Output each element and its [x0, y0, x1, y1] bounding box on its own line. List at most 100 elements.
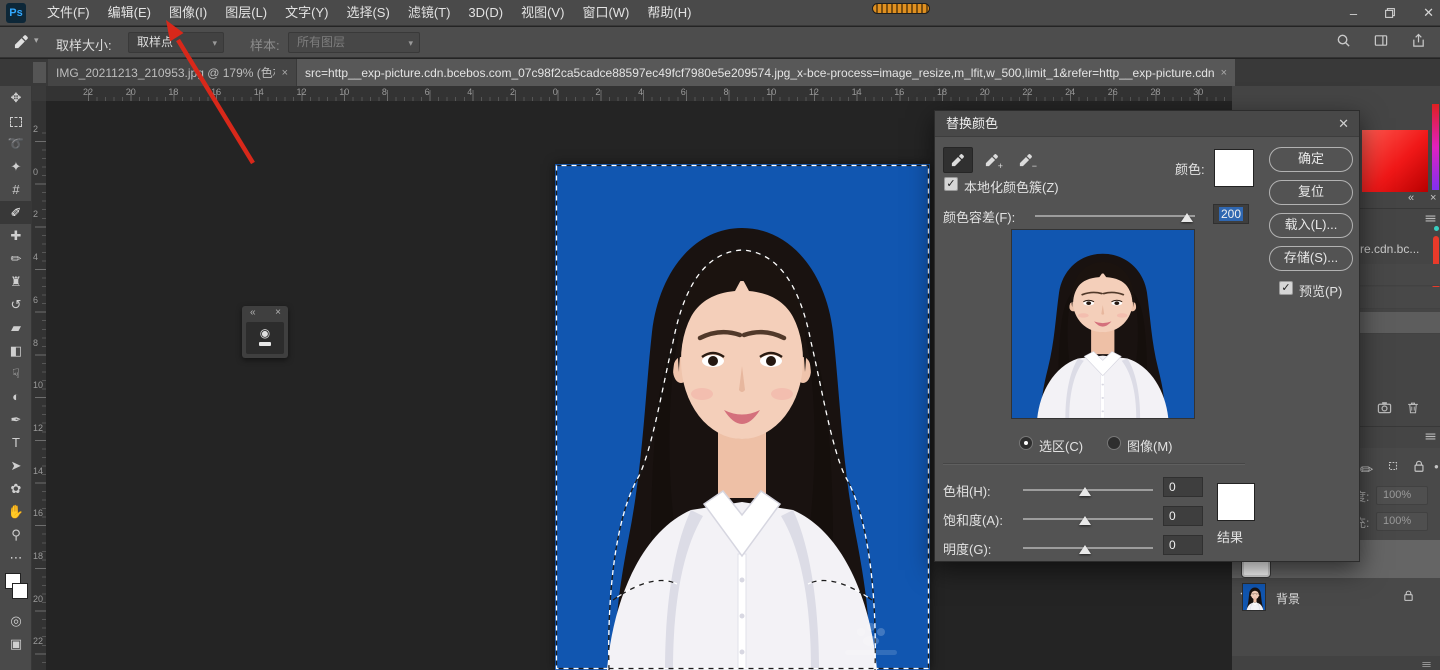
dialog-close-icon[interactable]: ✕ — [1338, 116, 1349, 132]
selection-radio[interactable] — [1019, 436, 1033, 450]
saturation-input[interactable]: 0 — [1163, 506, 1203, 526]
pen-tool[interactable]: ✒ — [0, 408, 32, 431]
dodge-tool[interactable]: ◐ — [0, 385, 32, 408]
image-radio[interactable] — [1107, 436, 1121, 450]
move-tool[interactable]: ✥ — [0, 86, 32, 109]
menu-item-image[interactable]: 图像(I) — [160, 0, 216, 26]
layers-panel-menu-icon[interactable] — [1424, 430, 1437, 448]
type-tool[interactable]: T — [0, 431, 32, 454]
tool-preset-caret-icon[interactable]: ▾ — [34, 35, 39, 46]
edit-toolbar-tool[interactable]: ⋯ — [0, 546, 32, 569]
search-icon[interactable] — [1336, 33, 1351, 53]
history-row[interactable] — [1356, 287, 1440, 309]
lock-artboard-icon[interactable] — [1386, 459, 1400, 478]
custom-shape-tool[interactable]: ✿ — [0, 477, 32, 500]
add-to-sample-eyedropper-button[interactable]: + — [977, 147, 1007, 173]
saturation-slider-thumb[interactable] — [1079, 516, 1091, 525]
saturation-slider[interactable] — [1023, 513, 1153, 525]
menu-item-window[interactable]: 窗口(W) — [573, 0, 638, 26]
path-selection-tool[interactable]: ➤ — [0, 454, 32, 477]
zoom-tool[interactable]: ⚲ — [0, 523, 32, 546]
lock-all-icon[interactable] — [1412, 459, 1426, 478]
rectangular-marquee-tool[interactable] — [0, 109, 32, 132]
color-picker-field[interactable] — [1362, 130, 1428, 192]
collapse-dock-icon[interactable]: « — [1408, 192, 1414, 204]
sample-select[interactable]: 所有图层▾ — [288, 32, 420, 53]
save-button[interactable]: 存储(S)... — [1269, 246, 1353, 271]
lightness-slider[interactable] — [1023, 542, 1153, 554]
fuzziness-slider[interactable] — [1035, 210, 1195, 222]
hue-slider-strip[interactable] — [1432, 104, 1439, 190]
spot-healing-brush-tool[interactable]: ✚ — [0, 224, 32, 247]
eyedropper-tool[interactable]: ✐ — [0, 201, 32, 224]
menu-item-filter[interactable]: 滤镜(T) — [399, 0, 460, 26]
dialog-preview-image[interactable] — [1011, 229, 1195, 419]
restore-button[interactable] — [1383, 6, 1397, 20]
trash-icon[interactable] — [1406, 400, 1420, 420]
smudge-tool[interactable]: ☟ — [0, 362, 32, 385]
close-dock-icon[interactable]: × — [1430, 192, 1436, 204]
lock-brush-icon[interactable]: ✏ — [1360, 460, 1373, 480]
minimize-button[interactable]: – — [1350, 6, 1357, 21]
ok-button[interactable]: 确定 — [1269, 147, 1353, 172]
crop-tool[interactable]: # — [0, 178, 32, 201]
share-icon[interactable] — [1411, 33, 1426, 53]
hand-tool[interactable]: ✋ — [0, 500, 32, 523]
color-swatches-tool[interactable] — [0, 569, 32, 609]
preview-checkbox-label[interactable]: 预览(P) — [1299, 281, 1342, 300]
eyedropper-tool-icon[interactable] — [14, 34, 29, 54]
collapse-panel-icon[interactable]: « — [250, 307, 256, 318]
reset-button[interactable]: 复位 — [1269, 180, 1353, 205]
sample-color-eyedropper-button[interactable] — [943, 147, 973, 173]
close-panel-icon[interactable]: × — [275, 307, 281, 318]
dialog-title[interactable]: 替换颜色 — [935, 111, 1359, 137]
workspace-switcher-icon[interactable] — [1373, 33, 1389, 53]
lightness-input[interactable]: 0 — [1163, 535, 1203, 555]
clone-stamp-tool[interactable]: ♜ — [0, 270, 32, 293]
hue-input[interactable]: 0 — [1163, 477, 1203, 497]
tab-close-icon[interactable]: × — [282, 67, 288, 79]
footer-menu-icon[interactable] — [1421, 657, 1432, 670]
document-tab-2[interactable]: src=http__exp-picture.cdn.bcebos.com_07c… — [297, 59, 1235, 86]
menu-item-view[interactable]: 视图(V) — [512, 0, 573, 26]
collapsed-panel-tile[interactable]: ◉ — [246, 322, 284, 354]
lightness-slider-thumb[interactable] — [1079, 545, 1091, 554]
localized-clusters-checkbox[interactable]: ✓ — [944, 177, 958, 191]
quick-selection-tool[interactable]: ✦ — [0, 155, 32, 178]
menu-item-select[interactable]: 选择(S) — [337, 0, 398, 26]
close-button[interactable]: ✕ — [1423, 5, 1434, 21]
document-tab-1[interactable]: IMG_20211213_210953.jpg @ 179% (色相/... × — [48, 59, 296, 86]
hue-slider[interactable] — [1023, 484, 1153, 496]
image-radio-label[interactable]: 图像(M) — [1127, 436, 1173, 455]
load-button[interactable]: 载入(L)... — [1269, 213, 1353, 238]
background-lock-icon[interactable] — [1402, 589, 1415, 607]
document-canvas[interactable] — [555, 164, 930, 670]
history-row-selected[interactable] — [1356, 312, 1440, 334]
fuzziness-slider-thumb[interactable] — [1181, 213, 1193, 222]
preview-checkbox[interactable]: ✓ — [1279, 281, 1293, 295]
result-color-swatch[interactable] — [1217, 483, 1255, 521]
history-brush-tool[interactable]: ↺ — [0, 293, 32, 316]
tab-close-icon[interactable]: × — [1221, 67, 1227, 79]
menu-item-3d[interactable]: 3D(D) — [459, 0, 512, 26]
selected-color-swatch[interactable] — [1214, 149, 1254, 187]
sample-size-select[interactable]: 取样点▾ — [128, 32, 224, 53]
fill-value[interactable]: 100% — [1376, 512, 1428, 531]
brush-tool[interactable]: ✏ — [0, 247, 32, 270]
eraser-tool[interactable]: ▰ — [0, 316, 32, 339]
screen-mode-tool[interactable]: ▣ — [0, 632, 32, 655]
fuzziness-input[interactable]: 200 — [1213, 204, 1249, 224]
opacity-value[interactable]: 100% — [1376, 486, 1428, 505]
menu-item-layer[interactable]: 图层(L) — [216, 0, 276, 26]
selection-radio-label[interactable]: 选区(C) — [1039, 436, 1083, 455]
gradient-tool[interactable]: ◧ — [0, 339, 32, 362]
menu-item-help[interactable]: 帮助(H) — [638, 0, 700, 26]
hue-slider-thumb[interactable] — [1079, 487, 1091, 496]
menu-item-file[interactable]: 文件(F) — [38, 0, 99, 26]
camera-snapshot-icon[interactable] — [1377, 400, 1392, 420]
subtract-from-sample-eyedropper-button[interactable]: − — [1011, 147, 1041, 173]
layer-row-background[interactable]: 背景 — [1232, 578, 1440, 618]
lasso-tool[interactable]: ➰ — [0, 132, 32, 155]
collapsed-floating-panel[interactable]: « × ◉ — [242, 306, 288, 358]
menu-item-edit[interactable]: 编辑(E) — [99, 0, 160, 26]
